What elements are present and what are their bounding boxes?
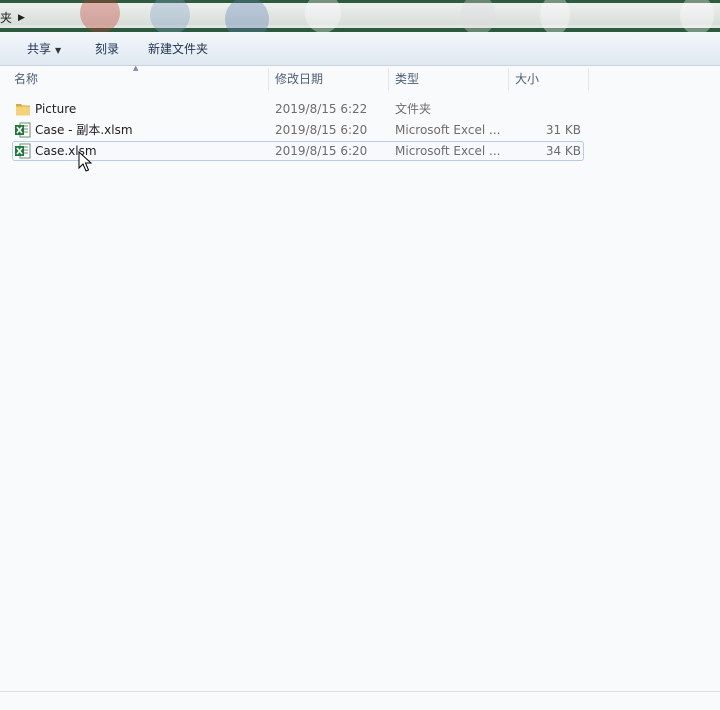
column-header-type[interactable]: 类型 [395,66,419,92]
sort-ascending-icon: ▲ [133,64,139,72]
burn-button[interactable]: 刻录 [95,40,119,58]
breadcrumb-current[interactable]: 夹 [0,9,12,27]
breadcrumb-chevron-icon[interactable]: ▶ [18,9,25,27]
column-header-name[interactable]: 名称 [14,66,38,92]
column-divider[interactable] [388,68,389,90]
file-size: 31 KB [545,123,581,137]
command-toolbar: 共享 ▼ 刻录 新建文件夹 [0,32,720,66]
file-name: Picture [35,102,77,116]
file-name: Case - 副本.xlsm [35,123,133,137]
file-row-case-copy[interactable]: Case - 副本.xlsm 2019/8/15 6:20 Microsoft … [12,120,584,140]
column-header-date[interactable]: 修改日期 [275,66,323,92]
file-date: 2019/8/15 6:22 [275,102,368,116]
mouse-cursor-icon [78,151,92,172]
file-row-case[interactable]: Case.xlsm 2019/8/15 6:20 Microsoft Excel… [12,141,584,161]
column-header-size[interactable]: 大小 [515,66,539,92]
new-folder-button[interactable]: 新建文件夹 [148,40,208,58]
file-date: 2019/8/15 6:20 [275,144,368,158]
file-date: 2019/8/15 6:20 [275,123,368,137]
file-type: Microsoft Excel ... [395,123,501,137]
share-label: 共享 [27,42,52,56]
file-type: Microsoft Excel ... [395,144,501,158]
address-bar-strip: 夹 ▶ [0,0,720,32]
chevron-down-icon: ▼ [55,46,62,55]
column-divider[interactable] [508,68,509,90]
folder-icon [16,104,30,116]
excel-file-icon [15,122,31,138]
file-size: 34 KB [545,144,581,158]
share-button[interactable]: 共享 ▼ [27,40,61,58]
file-type: 文件夹 [395,102,432,116]
column-divider[interactable] [268,68,269,90]
status-bar-divider [0,691,720,692]
column-divider[interactable] [588,68,589,90]
excel-file-icon [15,143,31,159]
file-row-picture[interactable]: Picture 2019/8/15 6:22 文件夹 [12,99,584,119]
address-bar[interactable]: 夹 ▶ [0,0,720,32]
